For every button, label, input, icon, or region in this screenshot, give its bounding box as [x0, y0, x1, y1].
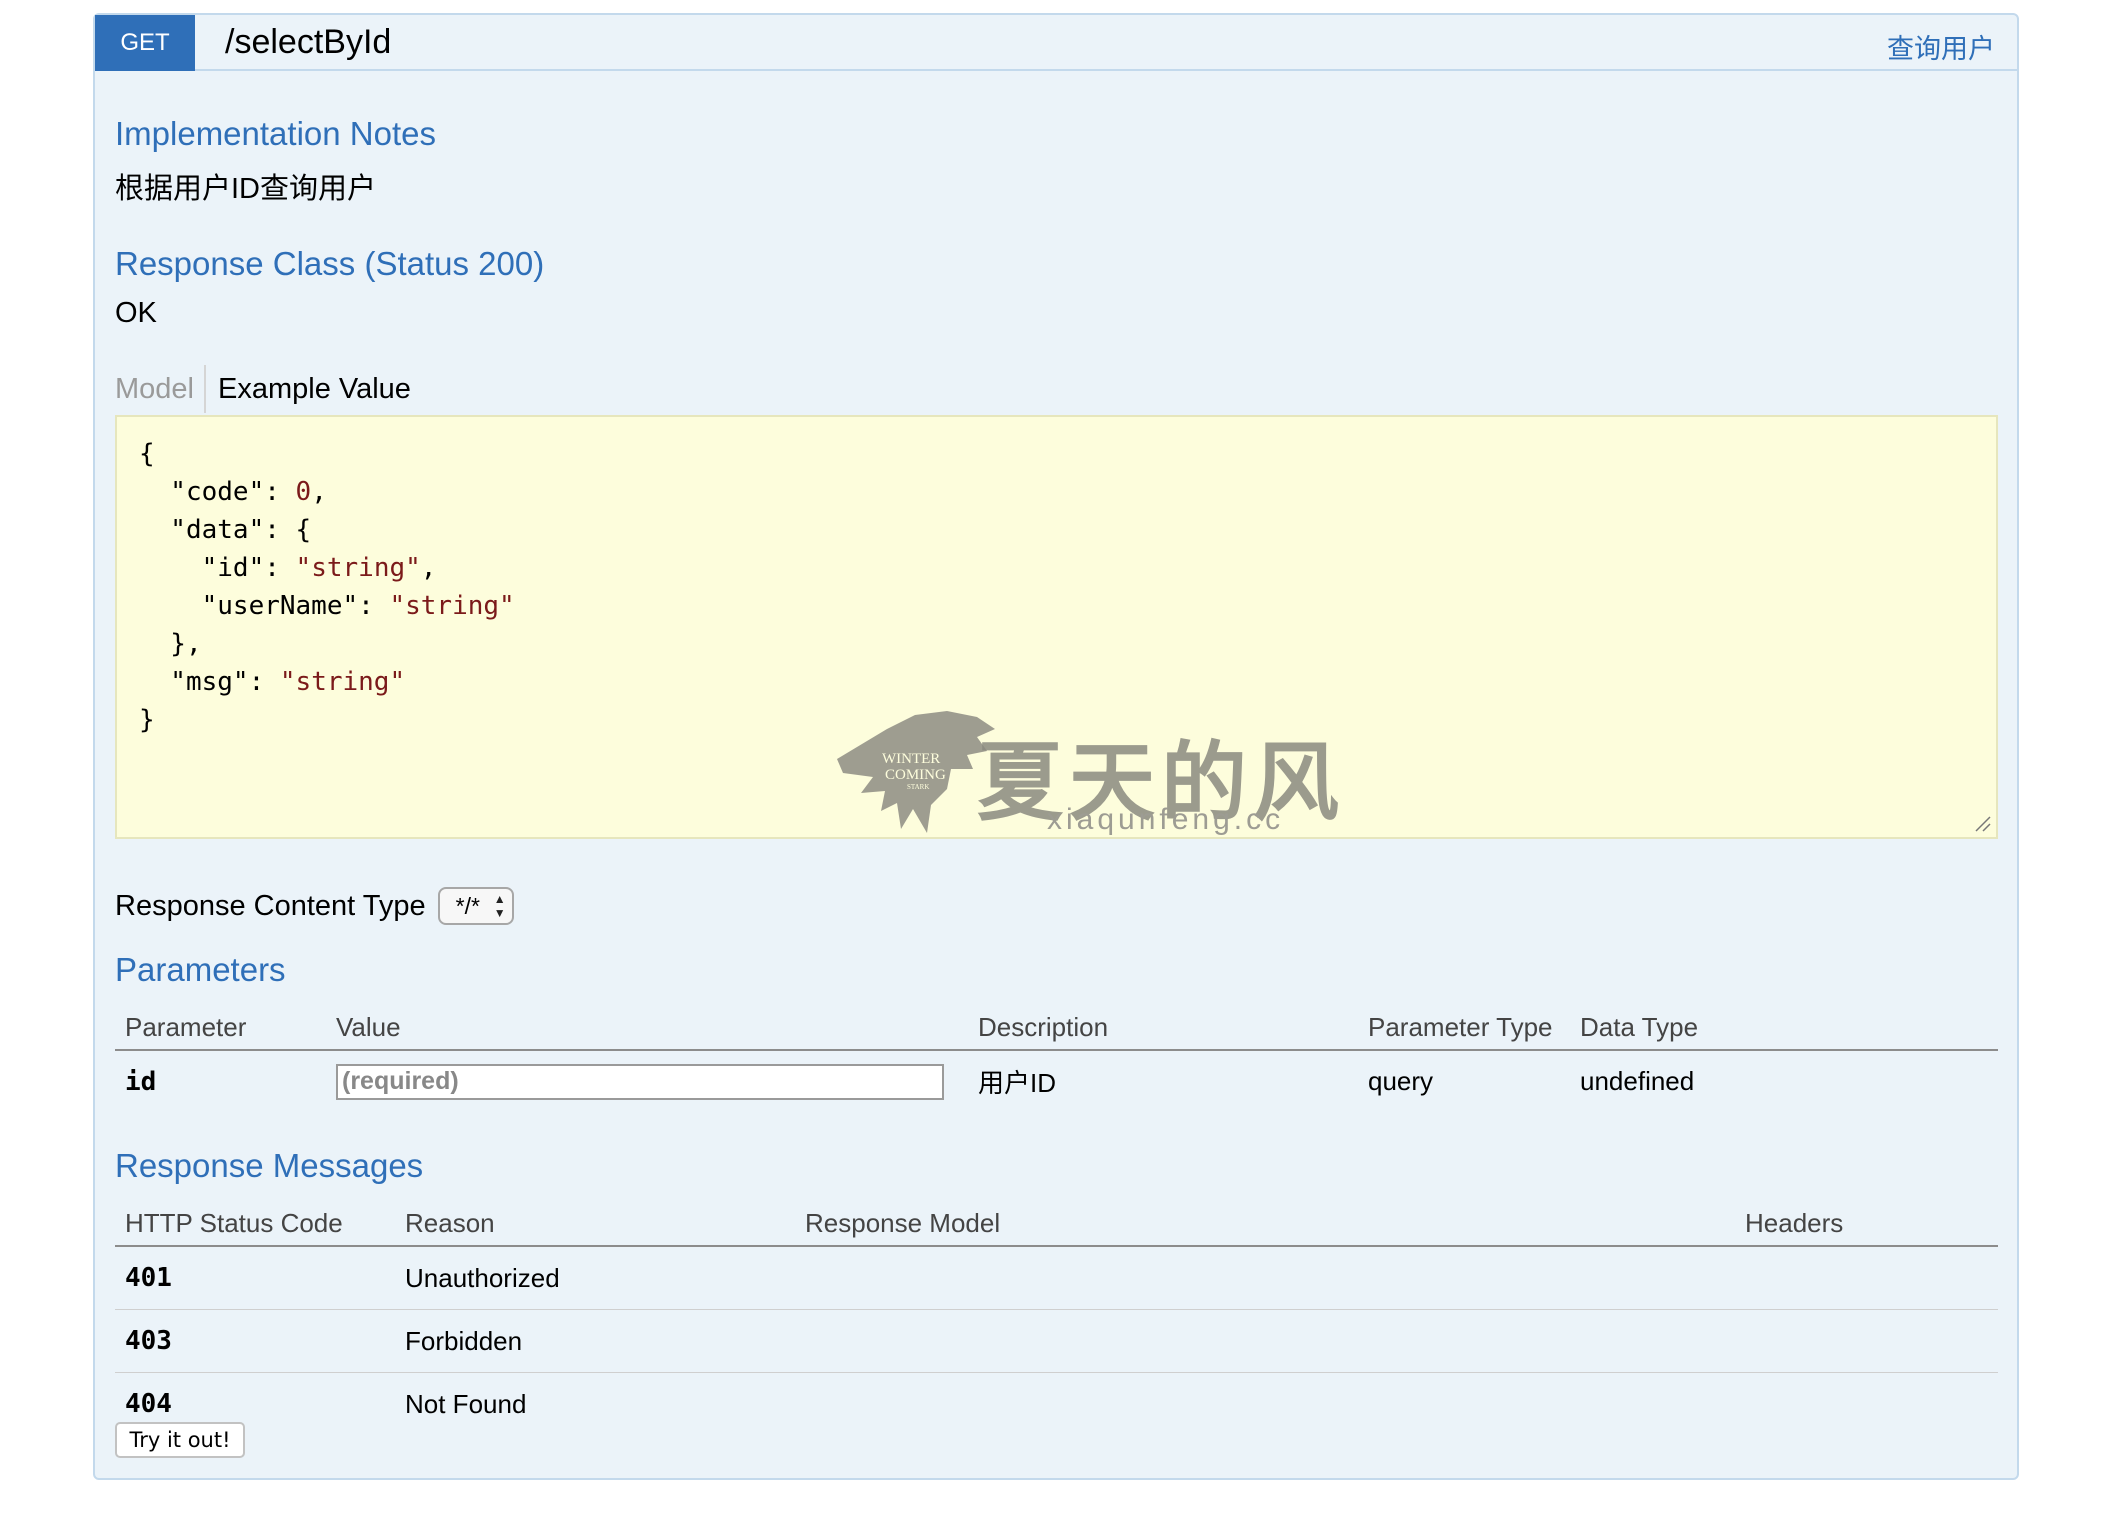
parameters-table: Parameter Value Description Parameter Ty… — [115, 1005, 1998, 1112]
param-name: id — [125, 1066, 157, 1097]
tab-example-value[interactable]: Example Value — [206, 373, 411, 406]
select-arrows-icon: ▲ ▼ — [493, 892, 506, 920]
param-value-cell — [326, 1050, 968, 1112]
resp-col-headers: Headers — [1735, 1201, 1998, 1247]
implementation-notes-text: 根据用户ID查询用户 — [115, 173, 377, 205]
response-content-type-row: Response Content Type */* ▲ ▼ — [115, 887, 514, 925]
example-value-box[interactable]: { "code": 0, "data": { "id": "string", "… — [115, 415, 1998, 839]
param-type: query — [1368, 1066, 1434, 1096]
operation-panel: GET /selectById 查询用户 Implementation Note… — [93, 13, 2019, 1480]
try-it-out-button[interactable]: Try it out! — [115, 1422, 245, 1458]
watermark-subtitle: xiaqunfeng.cc — [1047, 803, 1285, 836]
response-content-type-select[interactable]: */* ▲ ▼ — [437, 887, 514, 925]
status-response-model — [795, 1309, 1735, 1373]
param-col-parameter-type: Parameter Type — [1358, 1005, 1570, 1051]
status-headers — [1735, 1373, 1998, 1436]
table-row: 404 Not Found — [115, 1373, 1998, 1436]
param-col-data-type: Data Type — [1570, 1005, 1998, 1051]
watermark: WINTER COMING STARK 夏天的风 xiaqunfeng.cc — [837, 707, 1367, 837]
svg-text:WINTER: WINTER — [882, 751, 940, 767]
signature-tabs: Model Example Value — [115, 361, 411, 417]
resp-col-response-model: Response Model — [795, 1201, 1735, 1247]
response-content-type-label: Response Content Type — [115, 889, 426, 922]
param-data-type: undefined — [1580, 1066, 1695, 1096]
param-description: 用户ID — [978, 1068, 1057, 1098]
example-json: { "code": 0, "data": { "id": "string", "… — [139, 439, 515, 735]
param-col-description: Description — [968, 1005, 1358, 1051]
svg-text:STARK: STARK — [907, 783, 929, 791]
status-reason: Unauthorized — [395, 1246, 795, 1310]
tab-model[interactable]: Model — [115, 365, 206, 413]
parameters-heading: Parameters — [115, 951, 286, 988]
response-class-heading: Response Class (Status 200) — [115, 245, 545, 282]
operation-header[interactable]: GET /selectById 查询用户 — [95, 15, 2017, 71]
implementation-notes-heading: Implementation Notes — [115, 115, 436, 152]
response-messages-heading: Response Messages — [115, 1147, 424, 1184]
response-status-text: OK — [115, 297, 157, 329]
table-row: 401 Unauthorized — [115, 1246, 1998, 1310]
http-method-badge[interactable]: GET — [95, 15, 195, 71]
status-response-model — [795, 1246, 1735, 1310]
resp-col-status-code: HTTP Status Code — [115, 1201, 395, 1247]
operation-summary-link[interactable]: 查询用户 — [1887, 27, 1995, 66]
response-messages-header-row: HTTP Status Code Reason Response Model H… — [115, 1201, 1998, 1247]
status-reason: Not Found — [405, 1388, 527, 1419]
table-row: id 用户ID query undefined — [115, 1050, 1998, 1112]
resp-col-reason: Reason — [395, 1201, 795, 1247]
response-messages-table: HTTP Status Code Reason Response Model H… — [115, 1201, 1998, 1435]
param-id-input[interactable] — [336, 1063, 944, 1100]
param-col-parameter: Parameter — [115, 1005, 326, 1051]
status-code: 403 — [115, 1309, 395, 1373]
parameters-header-row: Parameter Value Description Parameter Ty… — [115, 1005, 1998, 1051]
status-headers — [1735, 1309, 1998, 1373]
status-headers — [1735, 1246, 1998, 1310]
direwolf-emblem-icon: WINTER COMING STARK — [837, 711, 995, 833]
operation-path[interactable]: /selectById — [225, 23, 391, 62]
param-col-value: Value — [326, 1005, 968, 1051]
table-row: 403 Forbidden — [115, 1309, 1998, 1373]
status-code: 401 — [115, 1246, 395, 1310]
status-reason: Forbidden — [395, 1309, 795, 1373]
status-response-model — [795, 1373, 1735, 1436]
resize-handle-icon[interactable] — [1974, 815, 1992, 833]
svg-text:COMING: COMING — [885, 767, 946, 783]
response-content-type-value: */* — [455, 892, 480, 919]
